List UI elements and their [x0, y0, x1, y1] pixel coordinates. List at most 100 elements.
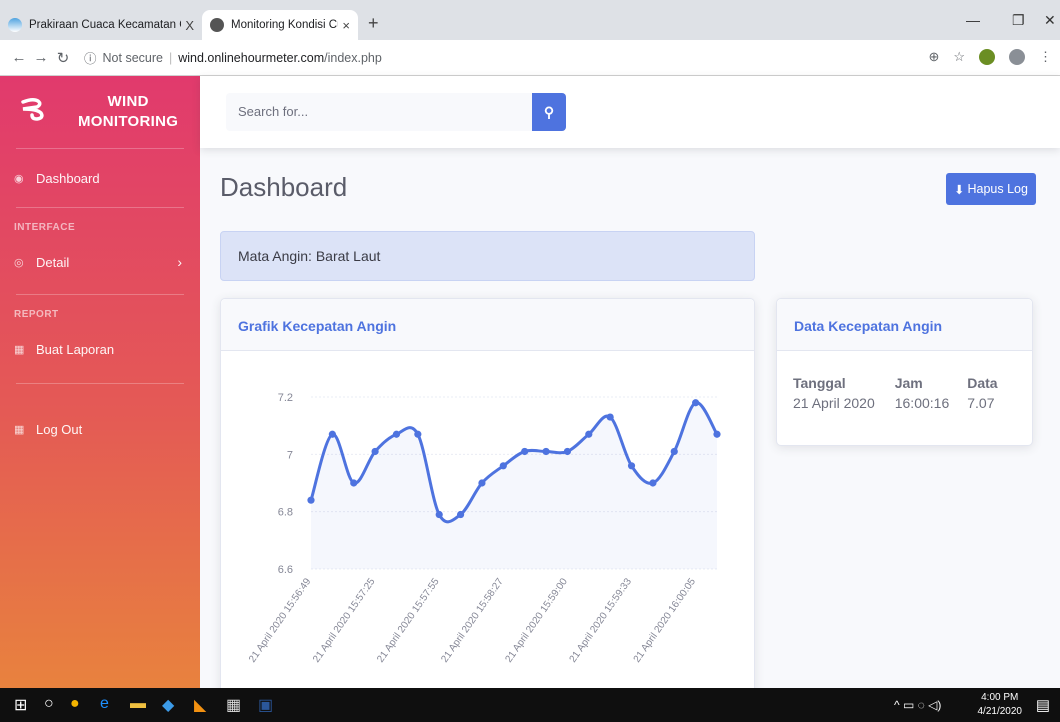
data-point: [371, 447, 379, 456]
weather-favicon-icon: [8, 18, 22, 32]
data-point: [542, 447, 550, 456]
url-field[interactable]: ⓘ Not secure | wind.onlinehourmeter.com/…: [84, 48, 382, 67]
data-point: [521, 447, 529, 456]
sidebar-item-dashboard[interactable]: ◉ Dashboard: [0, 149, 200, 207]
store-icon[interactable]: ◆: [162, 695, 174, 715]
data-point: [627, 462, 636, 470]
data-point: [499, 462, 507, 470]
x-tick-label: 21 April 2020 15:57:55: [375, 576, 442, 665]
x-tick-label: 21 April 2020 15:59:33: [568, 576, 635, 665]
info-icon[interactable]: ⓘ: [84, 48, 97, 67]
edge-icon[interactable]: e: [100, 695, 109, 713]
sidebar-item-detail[interactable]: ◎ Detail ›: [0, 242, 200, 282]
download-icon: ⬇: [954, 182, 965, 197]
forward-icon[interactable]: →: [30, 49, 52, 66]
y-tick-label: 6.8: [278, 507, 293, 519]
clock-date: 4/21/2020: [977, 706, 1023, 717]
hapus-log-button[interactable]: ⬇ Hapus Log: [946, 173, 1036, 205]
file-explorer-icon[interactable]: ▬: [130, 695, 146, 713]
table-row: 21 April 2020 16:00:16 7.07: [793, 395, 998, 411]
system-tray-icons[interactable]: ^ ▭ ◌ ◁): [894, 698, 941, 712]
clock-time: 4:00 PM: [981, 692, 1019, 703]
globe-favicon-icon: [210, 18, 224, 32]
sidebar: WIND MONITORING ◉ Dashboard INTERFACE ◎ …: [0, 76, 200, 688]
data-point: [649, 479, 657, 487]
extension-icon[interactable]: [979, 49, 995, 65]
y-tick-label: 7: [287, 449, 293, 461]
chevron-right-icon: ›: [177, 254, 182, 270]
tab-prakiraan[interactable]: Prakiraan Cuaca Kecamatan Gres X: [0, 10, 202, 40]
data-point: [585, 430, 593, 438]
windows-start-icon[interactable]: ⊞: [14, 695, 27, 715]
page-title: Dashboard: [220, 172, 348, 202]
back-icon[interactable]: ←: [8, 49, 30, 66]
search-button[interactable]: ⚲: [532, 93, 566, 131]
wind-logo-icon: [20, 95, 46, 129]
minimize-icon[interactable]: —: [966, 12, 980, 28]
data-point: [563, 447, 572, 456]
wind-speed-chart: 6.66.877.221 April 2020 15:56:4921 April…: [247, 392, 721, 665]
data-point: [456, 510, 465, 519]
data-point: [713, 430, 721, 438]
data-point: [606, 413, 614, 421]
y-tick-label: 7.2: [278, 392, 293, 404]
close-tab-icon[interactable]: X: [185, 18, 194, 33]
sidebar-item-log-out[interactable]: ▦ Log Out: [0, 384, 200, 474]
sidebar-item-label: Dashboard: [36, 170, 100, 186]
column-header: Jam: [894, 375, 923, 391]
eye-icon: ◎: [14, 256, 24, 269]
sublime-icon[interactable]: ◣: [194, 695, 206, 715]
hapus-log-label: Hapus Log: [967, 182, 1028, 196]
column-header: Data: [967, 375, 998, 391]
reload-icon[interactable]: ↻: [52, 49, 74, 67]
search-input[interactable]: Search for...: [226, 93, 532, 131]
topbar: Search for... ⚲: [200, 76, 1060, 148]
x-tick-label: 21 April 2020 16:00:05: [632, 576, 699, 665]
bookmark-star-icon[interactable]: ☆: [953, 49, 965, 65]
clock[interactable]: 4:00 PM 4/21/2020: [978, 691, 1023, 719]
column-header: Tanggal: [793, 375, 846, 391]
wind-direction-alert: Mata Angin: Barat Laut: [220, 231, 755, 281]
data-point: [392, 430, 401, 438]
profile-avatar[interactable]: [1009, 49, 1025, 65]
sidebar-item-label: Buat Laporan: [36, 341, 115, 357]
data-point: [350, 479, 358, 487]
chrome-icon[interactable]: ●: [70, 695, 80, 713]
x-tick-label: 21 April 2020 15:57:25: [311, 576, 378, 665]
sidebar-item-label: Log Out: [36, 421, 83, 437]
sidebar-heading-report: REPORT: [14, 309, 59, 320]
x-tick-label: 21 April 2020 15:56:49: [247, 576, 314, 665]
x-tick-label: 21 April 2020 15:58:27: [439, 576, 506, 665]
browser-tab-bar: Prakiraan Cuaca Kecamatan Gres X Monitor…: [0, 0, 1060, 40]
tab-title: Prakiraan Cuaca Kecamatan Gres: [29, 19, 181, 31]
data-point: [478, 479, 486, 487]
zoom-icon[interactable]: ⊕: [928, 49, 939, 65]
restore-icon[interactable]: ❐: [1012, 12, 1025, 29]
security-label: Not secure: [102, 50, 163, 65]
calculator-icon[interactable]: ▦: [226, 695, 241, 715]
sidebar-item-buat-laporan[interactable]: ▦ Buat Laporan: [0, 329, 200, 369]
data-point: [692, 399, 700, 407]
tab-monitoring[interactable]: Monitoring Kondisi Cuaca ×: [202, 10, 358, 40]
tab-title: Monitoring Kondisi Cuaca: [231, 19, 338, 31]
table-header-row: Tanggal Jam Data: [793, 375, 998, 395]
chart-card: Grafik Kecepatan Angin 6.6 6.8 7 7.2 21 Apri…: [220, 298, 755, 698]
close-tab-icon[interactable]: ×: [342, 18, 350, 33]
new-tab-button[interactable]: +: [368, 13, 379, 34]
close-window-icon[interactable]: ✕: [1044, 12, 1056, 29]
dashboard-icon: ◉: [14, 172, 24, 185]
word-icon[interactable]: ▣: [258, 695, 273, 715]
cortana-icon[interactable]: ○: [44, 695, 54, 713]
brand[interactable]: WIND MONITORING: [0, 76, 200, 148]
search-form: Search for... ⚲: [226, 93, 566, 131]
address-bar: ← → ↻ ⓘ Not secure | wind.onlinehourmete…: [0, 40, 1060, 76]
url-separator: |: [168, 50, 173, 65]
sidebar-item-label: Detail: [36, 254, 70, 270]
data-point: [435, 510, 443, 519]
notification-icon[interactable]: ▤: [1036, 696, 1050, 714]
data-point: [670, 447, 678, 456]
table-cell: 21 April 2020: [793, 395, 875, 411]
url-host: wind.onlinehourmeter.com: [178, 50, 325, 65]
wind-logo-svg: [21, 97, 44, 121]
menu-dots-icon[interactable]: ⋮: [1039, 49, 1052, 65]
